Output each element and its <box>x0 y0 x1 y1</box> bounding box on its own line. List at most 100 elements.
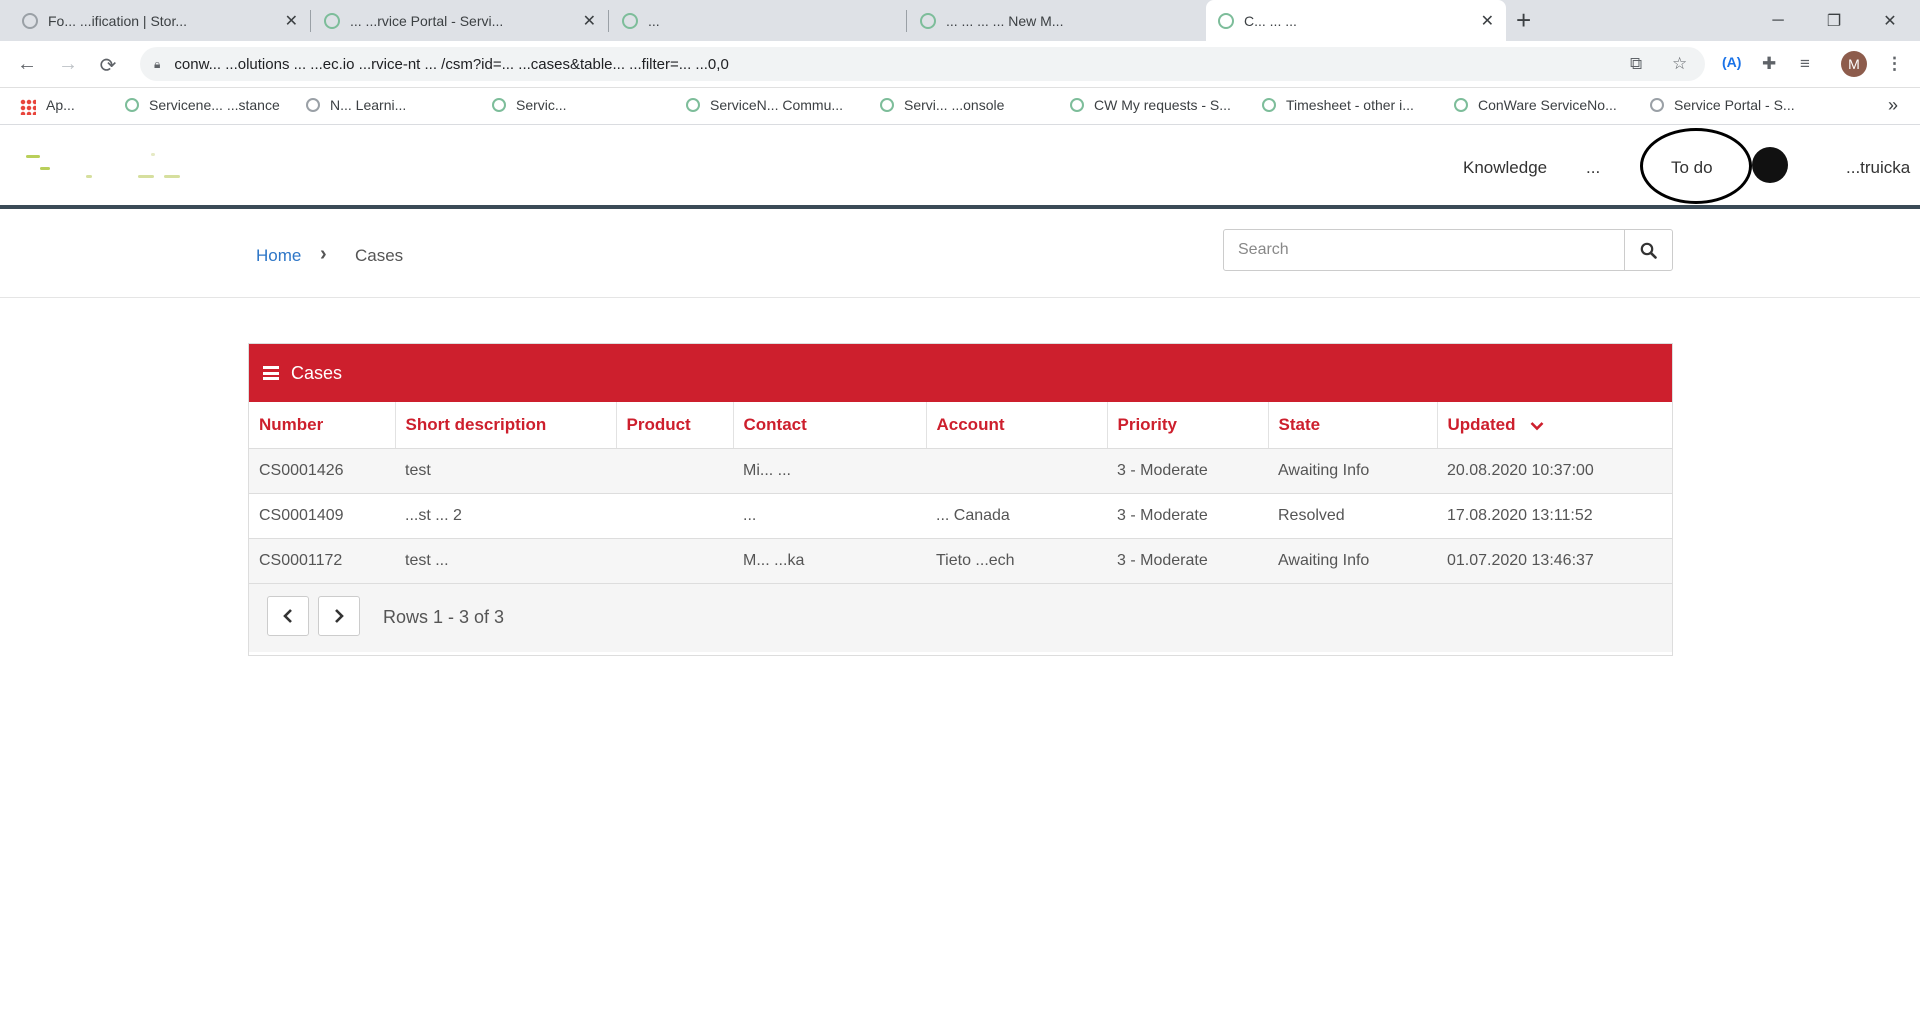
column-header-state[interactable]: State <box>1268 402 1438 449</box>
bookmark-item[interactable]: Servic... <box>492 97 567 113</box>
cell-number: CS0001409 <box>249 493 395 539</box>
cases-panel-title: Cases <box>291 362 343 383</box>
user-avatar[interactable] <box>1752 147 1788 183</box>
bookmark-label: Servi... ...onsole <box>904 97 1005 113</box>
address-url: conw... ...olutions ... ...ec.io ...rvic… <box>174 55 729 73</box>
table-row[interactable]: CS0001172 test ... M... ...ka Tieto ...e… <box>249 538 1672 583</box>
bookmark-label: CW My requests - S... <box>1094 97 1231 113</box>
bookmark-item[interactable]: Servicene... ...stance <box>125 97 280 113</box>
bookmark-item[interactable]: Service Portal - S... <box>1650 97 1795 113</box>
cell-product <box>616 538 733 583</box>
tab-favicon-icon <box>622 12 638 29</box>
tab-favicon-icon <box>324 12 340 29</box>
translate-icon[interactable]: ⧉ <box>1630 47 1642 81</box>
breadcrumb-home-link[interactable]: Home <box>256 246 301 266</box>
nav-item[interactable]: ... <box>1586 158 1600 178</box>
rows-count-info: Rows 1 - 3 of 3 <box>383 607 505 627</box>
column-header-number[interactable]: Number <box>249 402 396 449</box>
column-header-account[interactable]: Account <box>926 402 1108 449</box>
next-page-button[interactable] <box>318 596 360 636</box>
search-input[interactable] <box>1224 230 1624 270</box>
forward-arrow-icon[interactable]: → <box>56 53 80 76</box>
tab-title: C... ... ... <box>1244 12 1297 29</box>
bookmark-favicon-icon <box>1650 98 1664 112</box>
address-bar[interactable]: 🔒︎ conw... ...olutions ... ...ec.io ...r… <box>140 47 1705 81</box>
cell-updated: 01.07.2020 13:46:37 <box>1437 538 1672 583</box>
browser-tab[interactable]: ... <box>610 0 906 41</box>
chevron-right-icon <box>335 609 344 623</box>
cell-state: Resolved <box>1268 493 1437 539</box>
apps-grid-icon[interactable] <box>20 99 36 115</box>
cases-table: Number Short description Product Contact… <box>249 402 1672 583</box>
bookmark-favicon-icon <box>880 98 894 112</box>
bookmark-label: Service Portal - S... <box>1674 97 1795 113</box>
column-header-updated-label: Updated <box>1447 415 1516 434</box>
back-arrow-icon[interactable]: ← <box>15 53 39 76</box>
browser-tab[interactable]: ... ... ... ... New M... <box>908 0 1204 41</box>
bookmark-label: ConWare ServiceNo... <box>1478 97 1617 113</box>
browser-tabstrip: Fo... ...ification | Stor... ✕ ... ...rv… <box>0 0 1920 41</box>
column-header-updated[interactable]: Updated <box>1437 402 1672 449</box>
portal-logo[interactable] <box>26 153 206 181</box>
tab-title: ... <box>648 12 660 29</box>
bookmark-label: N... Learni... <box>330 97 407 113</box>
bookmark-item[interactable]: CW My requests - S... <box>1070 97 1231 113</box>
column-header-product[interactable]: Product <box>616 402 734 449</box>
column-header-contact[interactable]: Contact <box>733 402 927 449</box>
chevron-left-icon <box>283 609 292 623</box>
bookmark-item[interactable]: ConWare ServiceNo... <box>1454 97 1617 113</box>
portal-header: Knowledge ... To do ...truicka <box>0 125 1920 209</box>
cases-panel: Cases Number Short description Product C… <box>248 343 1673 656</box>
close-tab-icon[interactable]: ✕ <box>583 11 596 31</box>
new-tab-plus-icon[interactable]: + <box>1516 6 1531 34</box>
browser-tab[interactable]: ... ...rvice Portal - Servi... ✕ <box>312 0 608 41</box>
profile-avatar[interactable]: M <box>1841 51 1867 77</box>
previous-page-button[interactable] <box>267 596 309 636</box>
cell-account <box>926 448 1107 494</box>
bookmark-favicon-icon <box>306 98 320 112</box>
nav-user-name[interactable]: ...truicka <box>1846 158 1910 178</box>
sort-descending-chevron-icon <box>1530 421 1544 430</box>
table-row[interactable]: CS0001426 test Mi... ... 3 - Moderate Aw… <box>249 448 1672 494</box>
browser-tab[interactable]: Fo... ...ification | Stor... ✕ <box>10 0 310 41</box>
bookmark-item[interactable]: Servi... ...onsole <box>880 97 1004 113</box>
extensions-puzzle-icon[interactable]: ✚ <box>1762 54 1776 74</box>
bookmarks-overflow-icon[interactable]: » <box>1888 95 1898 116</box>
bookmark-item[interactable]: ServiceN... Commu... <box>686 97 843 113</box>
search-box <box>1223 229 1673 271</box>
cell-contact: M... ...ka <box>733 538 926 583</box>
column-header-short-description[interactable]: Short description <box>395 402 617 449</box>
tab-title: ... ... ... ... New M... <box>946 12 1064 29</box>
bookmark-item[interactable]: N... Learni... <box>306 97 406 113</box>
nav-knowledge[interactable]: Knowledge <box>1463 158 1547 178</box>
bookmark-label: Servicene... ...stance <box>149 97 280 113</box>
tab-title: ... ...rvice Portal - Servi... <box>350 12 504 29</box>
cases-panel-header: Cases <box>249 344 1672 402</box>
column-header-priority[interactable]: Priority <box>1107 402 1269 449</box>
tab-favicon-icon <box>920 12 936 29</box>
media-queue-icon[interactable]: ≡ <box>1800 54 1810 74</box>
bookmark-item[interactable]: Timesheet - other i... <box>1262 97 1414 113</box>
restore-window-icon[interactable]: ❐ <box>1806 0 1862 41</box>
cell-short-description: ...st ... 2 <box>395 493 616 539</box>
bookmark-favicon-icon <box>1070 98 1084 112</box>
minimize-window-icon[interactable]: ─ <box>1750 0 1806 41</box>
browser-tab-active[interactable]: C... ... ... ✕ <box>1206 0 1506 41</box>
cell-number: CS0001172 <box>249 538 395 583</box>
reload-icon[interactable]: ⟳ <box>96 53 120 78</box>
close-tab-icon[interactable]: ✕ <box>1481 11 1494 31</box>
browser-menu-icon[interactable]: ⋮ <box>1886 54 1903 74</box>
bookmark-item[interactable]: Ap... <box>46 97 75 113</box>
table-row[interactable]: CS0001409 ...st ... 2 ... ... Canada 3 -… <box>249 493 1672 539</box>
cell-number: CS0001426 <box>249 448 395 494</box>
close-tab-icon[interactable]: ✕ <box>285 11 298 31</box>
close-window-icon[interactable]: ✕ <box>1862 0 1918 41</box>
tab-favicon-icon <box>22 12 38 29</box>
search-button[interactable] <box>1624 230 1672 270</box>
cell-state: Awaiting Info <box>1268 538 1437 583</box>
extension-a-icon[interactable]: (A) <box>1722 54 1741 70</box>
cell-state: Awaiting Info <box>1268 448 1437 494</box>
bookmark-favicon-icon <box>686 98 700 112</box>
tab-title: Fo... ...ification | Stor... <box>48 12 188 29</box>
bookmark-star-icon[interactable]: ☆ <box>1672 47 1687 81</box>
